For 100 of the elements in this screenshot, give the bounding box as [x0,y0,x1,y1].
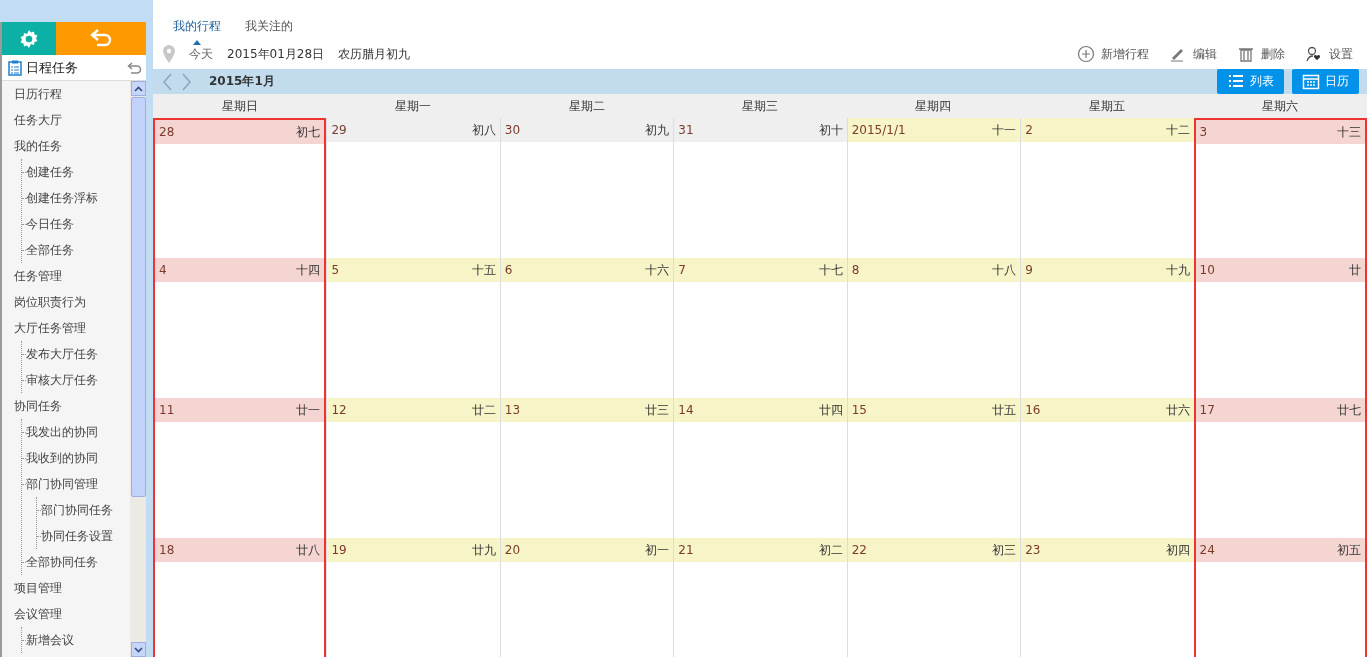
return-arrow-icon[interactable] [126,61,142,74]
day-cell[interactable]: 10 廿 [1193,258,1367,398]
day-number: 12 [331,403,347,417]
day-cell[interactable]: 4 十四 [153,258,327,398]
sidebar-item[interactable]: 协同任务 [2,393,130,419]
day-cell[interactable]: 24 初五 [1193,538,1367,657]
sidebar-item[interactable]: 今日任务 [22,211,130,237]
lunar-day: 十九 [1165,261,1190,279]
sidebar-item[interactable]: 项目管理 [2,575,130,601]
sidebar-item[interactable]: 我发出的协同 [22,419,130,445]
clipboard-icon [8,59,22,76]
calendar-icon [1302,72,1320,91]
sidebar-item[interactable]: 任务大厅 [2,107,130,133]
day-cell[interactable]: 2015/1/1 十一 [846,118,1021,258]
chevron-down-icon[interactable] [133,646,143,653]
sidebar-item[interactable]: 会议管理 [2,601,130,627]
sidebar-item[interactable]: 日历行程 [2,81,130,107]
sidebar-item[interactable]: 全部任务 [22,237,130,263]
sidebar-item[interactable]: 全部协同任务 [22,549,130,575]
day-cell[interactable]: 6 十六 [499,258,674,398]
return-arrow-icon [89,28,113,49]
next-button[interactable] [181,71,193,92]
tab[interactable]: 我关注的 [233,11,305,41]
day-cell[interactable]: 29 初八 [326,118,500,258]
day-number: 20 [504,543,521,557]
back-button[interactable] [56,22,146,55]
day-number: 21 [678,543,694,557]
chevron-up-icon[interactable] [133,85,143,92]
sidebar-item[interactable]: 创建任务浮标 [22,185,130,211]
day-number: 11 [159,403,175,417]
sidebar-item[interactable]: 任务管理 [2,263,130,289]
month-title: 2015年1月 [209,73,275,90]
day-cell[interactable]: 16 廿六 [1020,398,1194,538]
day-number: 28 [159,125,175,139]
today-date: 2015年01月28日 [227,45,325,63]
sidebar-item[interactable]: 岗位职责行为 [2,289,130,315]
day-cell[interactable]: 8 十八 [846,258,1021,398]
day-number: 8 [851,263,860,277]
day-cell[interactable]: 14 廿四 [673,398,847,538]
sidebar-item[interactable]: 审核大厅任务 [22,367,130,393]
sidebar-item[interactable]: 我的任务 [2,133,130,159]
lunar-day: 廿二 [471,401,496,419]
day-cell[interactable]: 2 十二 [1020,118,1194,258]
lunar-day: 初二 [818,541,843,559]
delete-button[interactable]: 删除 [1231,45,1285,63]
sidebar-title: 日程任务 [26,58,79,77]
sidebar-item[interactable]: 我收到的协同 [22,445,130,471]
day-cell[interactable]: 22 初三 [846,538,1021,657]
sidebar-item[interactable]: 新增会议 [22,627,130,653]
lunar-day: 十八 [992,261,1017,279]
day-cell[interactable]: 12 廿二 [326,398,500,538]
day-cell[interactable]: 5 十五 [326,258,500,398]
user-heart-icon [1305,45,1323,63]
day-cell[interactable]: 3 十三 [1193,118,1367,258]
add-button[interactable]: 新增行程 [1071,45,1149,63]
day-cell[interactable]: 15 廿五 [846,398,1021,538]
day-cell[interactable]: 9 十九 [1020,258,1194,398]
day-number: 15 [851,403,867,417]
lunar-day: 廿七 [1337,401,1361,419]
sidebar-item[interactable]: 大厅任务管理 [2,315,130,341]
lunar-day: 廿六 [1165,401,1190,419]
trash-icon [1237,45,1255,63]
day-cell[interactable]: 13 廿三 [499,398,674,538]
day-cell[interactable]: 11 廿一 [153,398,327,538]
day-number: 22 [851,543,867,557]
day-number: 9 [1025,263,1033,277]
lunar-day: 廿三 [645,401,670,419]
day-cell[interactable]: 18 廿八 [153,538,327,657]
settings-button[interactable] [2,22,56,55]
edit-button[interactable]: 编辑 [1163,45,1217,63]
day-number: 2 [1025,123,1033,137]
previous-button[interactable] [161,71,173,92]
sidebar-item[interactable]: 部门协同任务 [37,497,130,523]
day-cell[interactable]: 30 初九 [499,118,674,258]
sidebar-item[interactable]: 创建任务 [22,159,130,185]
day-cell[interactable]: 19 廿九 [326,538,500,657]
sidebar-item[interactable]: 部门协同管理 [22,471,130,497]
scrollbar[interactable] [130,81,146,657]
lunar-day: 廿九 [471,541,496,559]
day-cell[interactable]: 7 十七 [673,258,847,398]
day-number: 30 [504,123,521,137]
sidebar-item[interactable]: 发布大厅任务 [22,341,130,367]
day-number: 3 [1199,125,1208,139]
lunar-day: 十五 [471,261,496,279]
weekday-header: 星期六 [1193,94,1367,118]
sidebar-item[interactable]: 协同任务设置 [37,523,130,549]
day-cell[interactable]: 20 初一 [499,538,674,657]
lunar-day: 廿一 [296,401,321,419]
day-cell[interactable]: 31 初十 [673,118,847,258]
day-cell[interactable]: 17 廿七 [1193,398,1367,538]
day-number: 16 [1025,403,1041,417]
lunar-day: 廿五 [992,401,1017,419]
day-cell[interactable]: 23 初四 [1020,538,1194,657]
day-number: 24 [1199,543,1215,557]
day-cell[interactable]: 21 初二 [673,538,847,657]
day-number: 10 [1199,263,1215,277]
settings-button[interactable]: 设置 [1299,45,1353,63]
day-number: 4 [159,263,167,277]
day-number: 14 [678,403,694,417]
day-cell[interactable]: 28 初七 [153,118,327,258]
